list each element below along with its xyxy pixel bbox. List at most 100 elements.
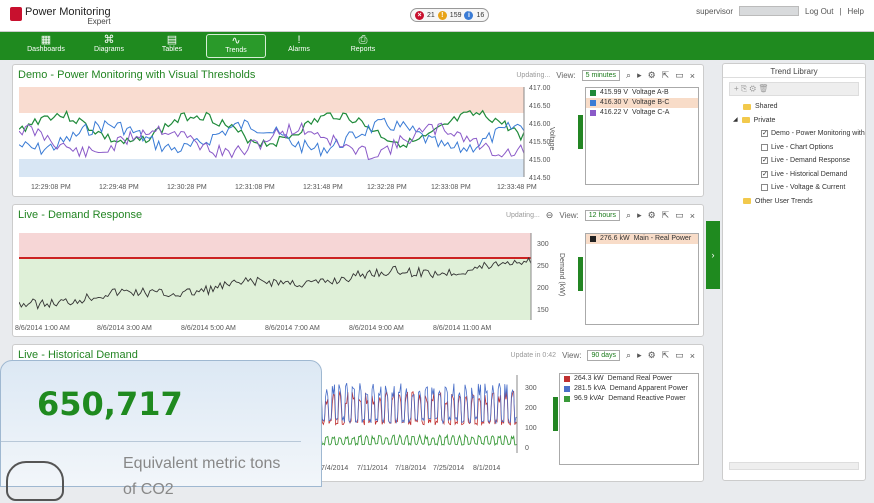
app-logo: Power Monitoring Expert <box>10 7 111 27</box>
play-icon[interactable]: ▸ <box>637 350 642 361</box>
tree-item[interactable]: ✓ Live - Demand Response <box>723 154 865 168</box>
demand-chart <box>19 233 532 320</box>
nav-tables[interactable]: ▤ Tables <box>142 34 202 58</box>
close-icon[interactable]: × <box>690 351 695 361</box>
dashboard-icon: ▦ <box>40 34 52 46</box>
export-icon[interactable]: ⇱ <box>662 70 670 81</box>
legend-name: Demand Reactive Power <box>608 395 686 402</box>
checkbox-checked[interactable]: ✓ <box>761 130 768 138</box>
close-icon[interactable]: × <box>690 211 695 221</box>
delete-icon[interactable]: 🗑 <box>758 84 768 93</box>
separator: | <box>839 6 842 16</box>
folder-icon <box>741 117 750 124</box>
legend-swatch <box>564 396 570 402</box>
help-link[interactable]: Help <box>848 7 864 16</box>
info-alarm-icon: i <box>464 10 474 20</box>
horizontal-scrollbar[interactable] <box>729 462 859 470</box>
legend-row[interactable]: 415.99 V Voltage A-B <box>586 88 698 98</box>
legend-value: 264.3 kW <box>574 375 604 382</box>
nav-alarms[interactable]: ! Alarms <box>269 34 329 58</box>
legend-row[interactable]: 96.9 kVAr Demand Reactive Power <box>560 394 698 404</box>
tree-folder-private[interactable]: ◢ Private <box>723 114 865 128</box>
nav-diagrams[interactable]: ⌘ Diagrams <box>79 34 139 58</box>
zoom-icon[interactable]: ⌕ <box>626 350 631 361</box>
brand-name: Power Monitoring Expert <box>25 7 111 27</box>
legend-name: Voltage B-C <box>632 99 670 106</box>
checkbox-checked[interactable]: ✓ <box>761 170 768 178</box>
legend-row[interactable]: 264.3 kW Demand Real Power <box>560 374 698 384</box>
add-icon[interactable]: + <box>734 84 739 93</box>
co2-overlay-card: 650,717 Equivalent metric tons of CO2 <box>0 360 322 501</box>
x-tick: 12:33:08 PM <box>431 184 471 191</box>
tree-folder-shared[interactable]: Shared <box>723 100 865 114</box>
export-icon[interactable]: ⇱ <box>662 350 670 361</box>
close-icon[interactable]: × <box>690 71 695 81</box>
normal-demand-band <box>19 258 531 320</box>
view-select[interactable]: 12 hours <box>584 210 621 221</box>
view-label: View: <box>562 351 582 360</box>
y-tick: 200 <box>525 405 537 412</box>
expand-arrow-icon[interactable]: ◢ <box>733 114 738 127</box>
folder-icon <box>743 103 751 110</box>
y-tick: 416.50 <box>529 103 551 110</box>
nav-dashboards[interactable]: ▦ Dashboards <box>16 34 76 58</box>
series-voltage-ab <box>19 109 525 149</box>
tree-item[interactable]: ✓ Live - Historical Demand <box>723 168 865 182</box>
legend-name: Voltage A-B <box>632 89 669 96</box>
user-dropdown[interactable] <box>739 6 799 16</box>
checkbox[interactable] <box>761 184 768 192</box>
legend-row[interactable]: 416.22 V Voltage C-A <box>586 108 698 118</box>
tree-item[interactable]: Live - Voltage & Current <box>723 181 865 195</box>
pause-icon[interactable]: ⊖ <box>546 210 554 221</box>
checkbox-checked[interactable]: ✓ <box>761 157 768 165</box>
settings-icon[interactable]: ⚙ <box>750 84 756 93</box>
legend-collapse-handle[interactable] <box>578 115 583 149</box>
legend-collapse-handle[interactable] <box>553 397 558 431</box>
copy-icon[interactable]: ⎘ <box>741 84 747 93</box>
alarm-summary[interactable]: × 21 ! 159 i 16 <box>410 8 490 22</box>
legend-row[interactable]: 416.30 V Voltage B-C <box>586 98 698 108</box>
library-title: Trend Library <box>723 64 865 78</box>
view-select[interactable]: 90 days <box>587 350 621 361</box>
checkbox[interactable] <box>761 143 768 151</box>
logout-link[interactable]: Log Out <box>805 7 833 16</box>
play-icon[interactable]: ▸ <box>637 210 642 221</box>
panel-toolbar: Updating... View: 5 minutes ⌕ ▸ ⚙ ⇱ ▭ × <box>516 70 695 81</box>
user-menu: supervisor Log Out | Help <box>696 6 864 16</box>
zoom-icon[interactable]: ⌕ <box>626 70 631 81</box>
maximize-icon[interactable]: ▭ <box>675 350 684 361</box>
high-threshold-band <box>19 87 524 113</box>
panel-title: Demo - Power Monitoring with Visual Thre… <box>18 69 256 81</box>
tree-item[interactable]: ✓ Demo - Power Monitoring with <box>723 127 865 141</box>
tree-folder-other[interactable]: Other User Trends <box>723 195 865 209</box>
view-select[interactable]: 5 minutes <box>581 70 621 81</box>
gear-icon[interactable]: ⚙ <box>648 210 656 221</box>
legend-value: 281.5 kVA <box>574 385 606 392</box>
nav-reports[interactable]: ⎙ Reports <box>333 34 393 58</box>
maximize-icon[interactable]: ▭ <box>675 70 684 81</box>
legend-row[interactable]: 281.5 kVA Demand Apparent Power <box>560 384 698 394</box>
gear-icon[interactable]: ⚙ <box>648 350 656 361</box>
play-icon[interactable]: ▸ <box>637 70 642 81</box>
folder-label: Other User Trends <box>755 197 813 205</box>
x-tick: 8/6/2014 11:00 AM <box>433 325 492 332</box>
maximize-icon[interactable]: ▭ <box>675 210 684 221</box>
legend-collapse-handle[interactable] <box>578 257 583 291</box>
tree-item-label: Demo - Power Monitoring with <box>771 130 865 138</box>
series-voltage-ca <box>19 121 525 161</box>
gear-icon[interactable]: ⚙ <box>648 70 656 81</box>
export-icon[interactable]: ⇱ <box>662 210 670 221</box>
legend-row[interactable]: 276.6 kW Main - Real Power <box>586 234 698 244</box>
tree-item[interactable]: Live - Chart Options <box>723 141 865 155</box>
y-axis-title: Voltage <box>548 127 555 151</box>
x-tick: 12:33:48 PM <box>497 184 537 191</box>
zoom-icon[interactable]: ⌕ <box>626 210 631 221</box>
chart-legend: 264.3 kW Demand Real Power 281.5 kVA Deman… <box>559 373 699 465</box>
cloud-icon <box>6 461 64 501</box>
library-toggle-button[interactable]: › <box>706 221 720 289</box>
y-tick: 417.00 <box>529 85 551 92</box>
legend-swatch <box>564 386 570 392</box>
trend-panel-voltage: Demo - Power Monitoring with Visual Thre… <box>12 64 704 197</box>
nav-trends[interactable]: ∿ Trends <box>206 34 266 58</box>
high-demand-band <box>19 233 531 258</box>
